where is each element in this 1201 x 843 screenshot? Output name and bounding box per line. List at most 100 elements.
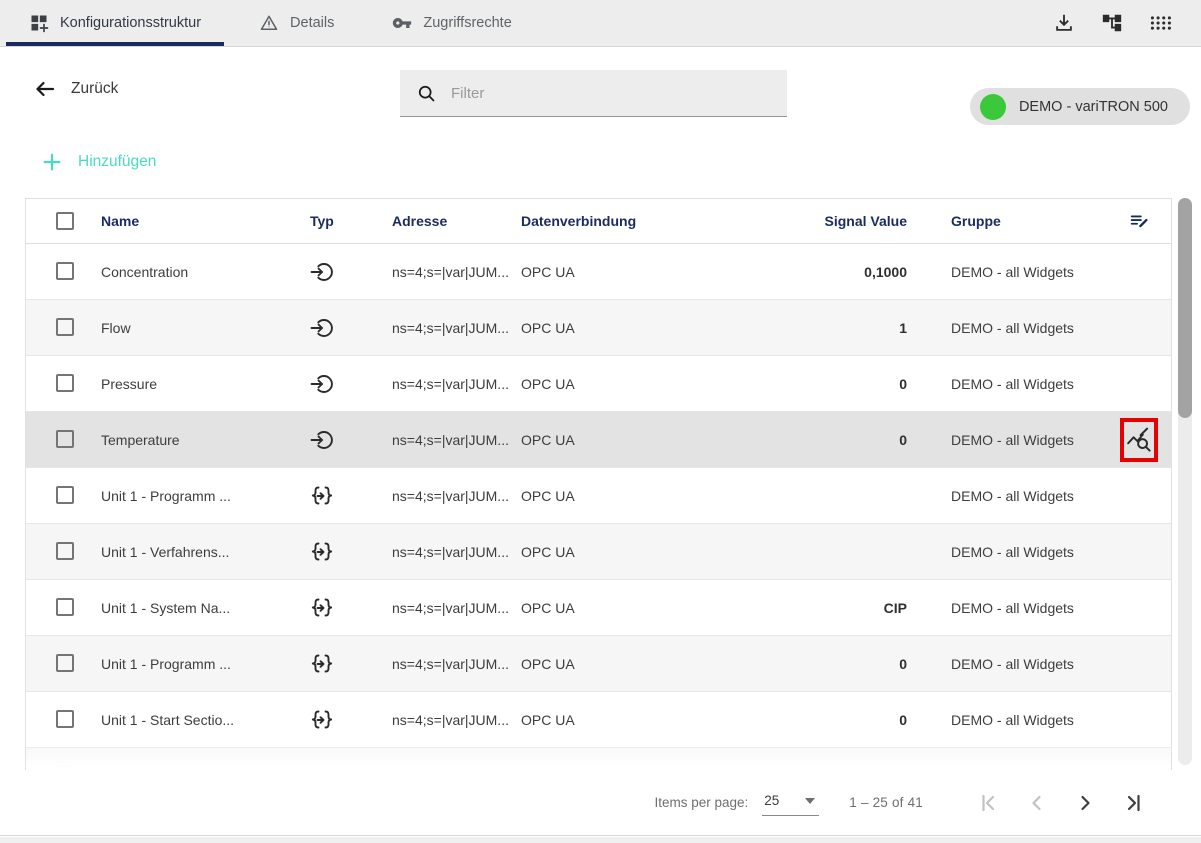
column-header-signal-value: Signal Value [746,213,913,229]
device-status-chip[interactable]: DEMO - variTRON 500 [970,88,1190,125]
row-connection: OPC UA [521,544,746,560]
row-address: ns=4;s=|var|JUM... [380,376,521,392]
row-signal-value: 0 [746,656,913,672]
row-connection: OPC UA [521,656,746,672]
row-signal-value: 0 [746,376,913,392]
table-row[interactable]: Pressure ns=4;s=|var|JUM... OPC UA 0 DEM… [26,356,1171,412]
tab-bar: Konfigurationsstruktur Details Zugriffsr… [0,0,1201,47]
filter-input[interactable] [451,85,771,102]
table-body: Concentration ns=4;s=|var|JUM... OPC UA … [26,244,1171,773]
filter-field [400,70,787,117]
column-header-name: Name [98,213,298,229]
row-checkbox[interactable] [56,430,74,448]
row-name: Pressure [98,376,298,392]
tabbar-actions [1047,6,1201,40]
row-checkbox[interactable] [56,598,74,616]
apps-grid-icon[interactable] [1143,7,1179,39]
connection-tree-icon[interactable] [1095,6,1129,40]
table-row[interactable]: Flow ns=4;s=|var|JUM... OPC UA 1 DEMO - … [26,300,1171,356]
signal-input-icon [310,373,380,395]
row-address: ns=4;s=|var|JUM... [380,600,521,616]
tab-zugriffsrechte[interactable]: Zugriffsrechte [363,0,540,46]
table-row[interactable]: Unit 1 - System Na... ns=4;s=|var|JUM...… [26,580,1171,636]
row-group: DEMO - all Widgets [913,712,1107,728]
row-address: ns=4;s=|var|JUM... [380,712,521,728]
items-per-page-select[interactable]: 25 [762,789,819,816]
row-connection: OPC UA [521,712,746,728]
table-row[interactable]: Temperature ns=4;s=|var|JUM... OPC UA 0 … [26,412,1171,468]
tag-brace-icon [310,485,380,507]
table-row[interactable]: Unit 1 - Verfahrens... ns=4;s=|var|JUM..… [26,524,1171,580]
row-checkbox[interactable] [56,262,74,280]
row-connection: OPC UA [521,488,746,504]
row-name: Unit 1 - Programm ... [98,656,298,672]
table-header-row: Name Typ Adresse Datenverbindung Signal … [26,199,1171,244]
row-address: ns=4;s=|var|JUM... [380,656,521,672]
row-group: DEMO - all Widgets [913,264,1107,280]
row-name: Flow [98,320,298,336]
edit-columns-icon[interactable] [1128,210,1150,232]
table-row[interactable]: Unit 1 - Programm ... ns=4;s=|var|JUM...… [26,636,1171,692]
page-bottom-strip [0,837,1201,843]
row-group: DEMO - all Widgets [913,432,1107,448]
row-address: ns=4;s=|var|JUM... [380,544,521,560]
column-header-typ: Typ [298,213,380,229]
table-row[interactable]: Unit 1 - Programm ... ns=4;s=|var|JUM...… [26,468,1171,524]
row-connection: OPC UA [521,600,746,616]
column-header-adresse: Adresse [380,213,521,229]
warning-triangle-icon [259,13,279,33]
row-connection: OPC UA [521,376,746,392]
tab-label: Details [290,15,334,31]
row-address: ns=4;s=|var|JUM... [380,320,521,336]
first-page-icon[interactable] [977,791,1001,815]
row-group: DEMO - all Widgets [913,320,1107,336]
table-row[interactable]: Unit 1 - Start Sectio... ns=4;s=|var|JUM… [26,692,1171,748]
row-connection: OPC UA [521,432,746,448]
row-checkbox[interactable] [56,374,74,392]
vertical-scrollbar-thumb[interactable] [1178,198,1192,418]
table-row[interactable]: Concentration ns=4;s=|var|JUM... OPC UA … [26,244,1171,300]
status-dot-icon [980,94,1006,120]
device-status-label: DEMO - variTRON 500 [1019,99,1168,115]
row-name: Unit 1 - Programm ... [98,488,298,504]
row-checkbox[interactable] [56,654,74,672]
last-page-icon[interactable] [1121,791,1145,815]
back-arrow-icon [33,77,57,101]
tab-label: Zugriffsrechte [423,15,511,31]
row-address: ns=4;s=|var|JUM... [380,432,521,448]
row-group: DEMO - all Widgets [913,376,1107,392]
dropdown-caret-icon [805,798,815,804]
row-group: DEMO - all Widgets [913,544,1107,560]
row-checkbox[interactable] [56,486,74,504]
row-group: DEMO - all Widgets [913,488,1107,504]
paginator: Items per page: 25 1 – 25 of 41 [0,770,1201,836]
previous-page-icon[interactable] [1025,791,1049,815]
dashboard-customize-icon [29,13,49,33]
row-connection: OPC UA [521,264,746,280]
row-signal-value: 0,1000 [746,264,913,280]
row-checkbox[interactable] [56,710,74,728]
signals-table: Name Typ Adresse Datenverbindung Signal … [25,198,1172,773]
row-name: Temperature [98,432,298,448]
row-signal-value: 0 [746,432,913,448]
row-checkbox[interactable] [56,542,74,560]
add-button[interactable]: Hinzufügen [41,151,156,173]
row-name: Unit 1 - Verfahrens... [98,544,298,560]
vertical-scrollbar-track [1178,198,1192,765]
add-label: Hinzufügen [78,153,156,171]
tab-details[interactable]: Details [230,0,363,46]
row-checkbox[interactable] [56,318,74,336]
tab-konfigurationsstruktur[interactable]: Konfigurationsstruktur [0,0,230,46]
row-group: DEMO - all Widgets [913,656,1107,672]
active-tab-indicator [6,42,224,46]
back-button[interactable]: Zurück [33,77,118,101]
items-per-page-value: 25 [764,793,779,808]
search-icon [416,83,437,104]
signal-input-icon [310,317,380,339]
signal-analysis-icon[interactable] [1126,427,1152,453]
next-page-icon[interactable] [1073,791,1097,815]
download-icon[interactable] [1047,6,1081,40]
select-all-checkbox[interactable] [56,212,74,230]
tag-brace-icon [310,653,380,675]
row-signal-value: CIP [746,600,913,616]
